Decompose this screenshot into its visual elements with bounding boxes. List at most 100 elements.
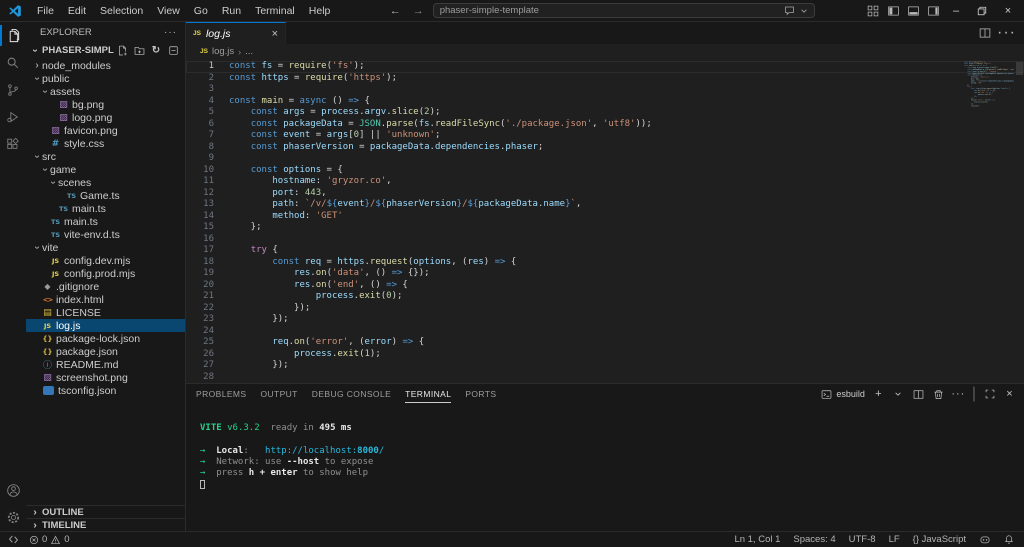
chevron-down-icon[interactable] <box>800 7 808 15</box>
toggle-sidebar-icon[interactable] <box>884 3 902 19</box>
new-folder-icon[interactable] <box>133 44 145 56</box>
collapse-all-icon[interactable] <box>167 44 179 56</box>
tree-item-index-html[interactable]: index.html <box>26 293 185 306</box>
line-number: 10 <box>186 165 214 177</box>
menu-view[interactable]: View <box>150 3 187 19</box>
code-text: path: `/v/${event}/${phaserVersion}/${pa… <box>229 199 581 211</box>
workspace-section-header[interactable]: › PHASER-SIMPLE-TEMPL... ↻ <box>26 42 185 58</box>
refresh-icon[interactable]: ↻ <box>150 44 162 56</box>
command-center[interactable] <box>433 3 815 18</box>
accounts-button[interactable] <box>0 477 26 504</box>
tree-item-game[interactable]: ›game <box>26 163 185 176</box>
split-terminal-icon[interactable] <box>912 388 925 401</box>
outline-section[interactable]: › OUTLINE <box>26 505 185 518</box>
close-tab-icon[interactable]: × <box>272 28 278 40</box>
tree-item-package-json[interactable]: package.json <box>26 345 185 358</box>
panel-tab-problems[interactable]: PROBLEMS <box>196 385 246 403</box>
status-encoding[interactable]: UTF-8 <box>849 534 876 545</box>
tree-item-favicon-png[interactable]: favicon.png <box>26 124 185 137</box>
menu-selection[interactable]: Selection <box>93 3 150 19</box>
notifications-bell-icon[interactable] <box>1004 534 1014 545</box>
customize-layout-icon[interactable] <box>864 3 882 19</box>
explorer-title: EXPLORER <box>40 27 92 38</box>
tree-item-config-dev-mjs[interactable]: config.dev.mjs <box>26 254 185 267</box>
tree-item-screenshot-png[interactable]: screenshot.png <box>26 371 185 384</box>
status-cursor-position[interactable]: Ln 1, Col 1 <box>734 534 780 545</box>
tree-item-public[interactable]: ›public <box>26 72 185 85</box>
menu-help[interactable]: Help <box>302 3 338 19</box>
tree-item-main-ts[interactable]: main.ts <box>26 202 185 215</box>
search-activity-button[interactable] <box>0 49 26 76</box>
close-panel-icon[interactable]: × <box>1003 388 1016 401</box>
tree-item-src[interactable]: ›src <box>26 150 185 163</box>
panel-tab-debug-console[interactable]: DEBUG CONSOLE <box>312 385 391 403</box>
panel-tab-output[interactable]: OUTPUT <box>260 385 297 403</box>
breadcrumb[interactable]: JS log.js › ... <box>186 44 1024 59</box>
forward-button[interactable]: → <box>410 5 427 17</box>
code-editor[interactable]: 1const fs = require('fs');2const https =… <box>186 59 1024 383</box>
minimize-button[interactable]: – <box>944 1 968 21</box>
terminal-instance[interactable]: esbuild <box>821 389 865 400</box>
explorer-activity-button[interactable] <box>0 22 26 49</box>
explorer-more-icon[interactable]: ··· <box>164 27 177 38</box>
split-editor-icon[interactable] <box>979 27 991 39</box>
new-terminal-icon[interactable]: + <box>872 388 885 401</box>
breadcrumb-file[interactable]: log.js <box>212 46 234 57</box>
tree-item-style-css[interactable]: style.css <box>26 137 185 150</box>
tree-item-logo-png[interactable]: logo.png <box>26 111 185 124</box>
status-indentation[interactable]: Spaces: 4 <box>793 534 835 545</box>
menu-file[interactable]: File <box>30 3 61 19</box>
tree-item-vite[interactable]: ›vite <box>26 241 185 254</box>
tree-item-tsconfig-json[interactable]: tsconfig.json <box>26 384 185 397</box>
extensions-activity-button[interactable] <box>0 130 26 157</box>
tree-item-scenes[interactable]: ›scenes <box>26 176 185 189</box>
source-control-activity-button[interactable] <box>0 76 26 103</box>
tree-item-gitignore[interactable]: .gitignore <box>26 280 185 293</box>
tree-item-node-modules[interactable]: ›node_modules <box>26 59 185 72</box>
minimap[interactable]: const fs = require('fs');const https = r… <box>964 61 1014 146</box>
status-language[interactable]: {} JavaScript <box>913 534 966 545</box>
chat-icon[interactable] <box>784 5 795 16</box>
toggle-panel-icon[interactable] <box>904 3 922 19</box>
terminal-output[interactable]: VITE v6.3.2 ready in 495 ms → Local: htt… <box>186 404 1024 531</box>
status-eol[interactable]: LF <box>889 534 900 545</box>
status-bar: 0 0 Ln 1, Col 1 Spaces: 4 UTF-8 LF {} JavaSc… <box>0 531 1024 547</box>
tab-log-js[interactable]: JS log.js × <box>186 22 286 44</box>
chevron-down-icon[interactable] <box>892 388 905 401</box>
tree-item-assets[interactable]: ›assets <box>26 85 185 98</box>
kill-terminal-icon[interactable] <box>932 388 945 401</box>
problems-indicator[interactable]: 0 0 <box>29 534 70 545</box>
tree-item-license[interactable]: LICENSE <box>26 306 185 319</box>
maximize-panel-icon[interactable] <box>983 388 996 401</box>
menu-edit[interactable]: Edit <box>61 3 93 19</box>
panel-more-icon[interactable]: ··· <box>952 388 965 401</box>
scrollbar-thumb[interactable] <box>1016 62 1023 75</box>
new-file-icon[interactable] <box>116 44 128 56</box>
search-input[interactable] <box>440 5 779 16</box>
timeline-section[interactable]: › TIMELINE <box>26 518 185 531</box>
copilot-icon[interactable] <box>979 534 991 545</box>
tree-item-vite-env-d-ts[interactable]: vite-env.d.ts <box>26 228 185 241</box>
tree-item-log-js[interactable]: log.js <box>26 319 185 332</box>
minimap-content: const fs = require('fs');const https = r… <box>964 61 1014 107</box>
run-debug-activity-button[interactable] <box>0 103 26 130</box>
tree-item-config-prod-mjs[interactable]: config.prod.mjs <box>26 267 185 280</box>
restore-button[interactable] <box>970 1 994 21</box>
menu-go[interactable]: Go <box>187 3 215 19</box>
tree-item-main-ts[interactable]: main.ts <box>26 215 185 228</box>
remote-indicator[interactable] <box>8 534 19 545</box>
panel-tab-terminal[interactable]: TERMINAL <box>405 385 451 403</box>
menu-run[interactable]: Run <box>215 3 248 19</box>
menu-terminal[interactable]: Terminal <box>248 3 302 19</box>
close-window-button[interactable]: × <box>996 1 1020 21</box>
tree-item-bg-png[interactable]: bg.png <box>26 98 185 111</box>
panel-tab-ports[interactable]: PORTS <box>465 385 496 403</box>
settings-button[interactable] <box>0 504 26 531</box>
back-button[interactable]: ← <box>387 5 404 17</box>
tree-item-package-lock-json[interactable]: package-lock.json <box>26 332 185 345</box>
toggle-secondary-sidebar-icon[interactable] <box>924 3 942 19</box>
breadcrumb-symbol[interactable]: ... <box>245 46 253 57</box>
more-actions-icon[interactable]: ··· <box>997 24 1016 42</box>
tree-item-game-ts[interactable]: Game.ts <box>26 189 185 202</box>
tree-item-readme-md[interactable]: README.md <box>26 358 185 371</box>
